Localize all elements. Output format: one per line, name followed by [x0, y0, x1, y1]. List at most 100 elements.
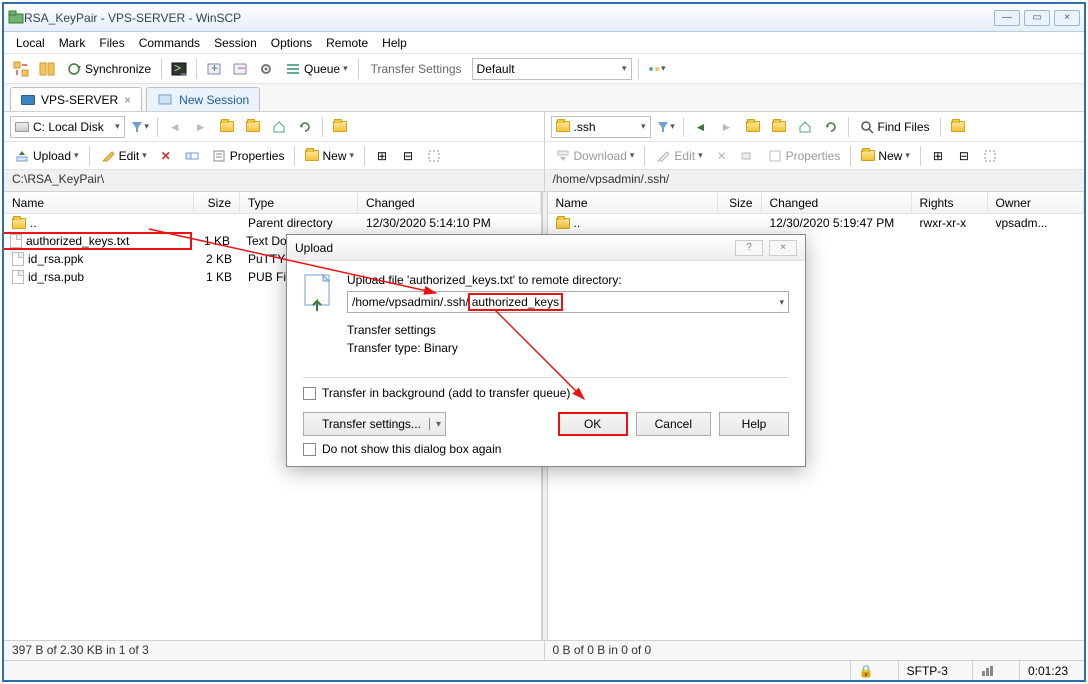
left-sel-icon[interactable] [423, 145, 445, 167]
background-checkbox[interactable]: Transfer in background (add to transfer … [303, 386, 789, 400]
menu-commands[interactable]: Commands [133, 34, 206, 52]
sync-browse-icon[interactable] [10, 58, 32, 80]
col-changed-r[interactable]: Changed [762, 192, 912, 213]
left-path[interactable]: C:\RSA_KeyPair\ [4, 170, 544, 192]
app-icon [8, 10, 24, 26]
menu-help[interactable]: Help [376, 34, 413, 52]
session-tabs: VPS-SERVER × New Session [4, 84, 1084, 112]
left-home-icon[interactable] [268, 116, 290, 138]
misc-dropdown[interactable] [645, 58, 667, 80]
menu-session[interactable]: Session [208, 34, 263, 52]
ok-button[interactable]: OK [558, 412, 628, 436]
col-rights-r[interactable]: Rights [912, 192, 988, 213]
cancel-button[interactable]: Cancel [636, 412, 711, 436]
table-row[interactable]: ..12/30/2020 5:19:47 PMrwxr-xr-xvpsadm..… [548, 214, 1085, 232]
right-up-icon[interactable] [742, 116, 764, 138]
maximize-button[interactable]: ▭ [1024, 10, 1050, 26]
left-new-button[interactable]: New [301, 147, 358, 165]
left-properties-button[interactable]: Properties [207, 146, 289, 166]
col-size[interactable]: Size [194, 192, 240, 213]
remove-icon[interactable]: – [229, 58, 251, 80]
menu-options[interactable]: Options [265, 34, 318, 52]
right-delete-icon[interactable]: ✕ [711, 145, 733, 167]
right-drive-combo[interactable]: .ssh [551, 116, 651, 138]
checkbox-icon [303, 443, 316, 456]
path-highlight: authorized_keys [468, 293, 563, 311]
col-name[interactable]: Name [4, 192, 194, 213]
dialog-help-icon[interactable]: ? [735, 240, 763, 256]
right-refresh-icon[interactable] [820, 116, 842, 138]
menu-mark[interactable]: Mark [53, 34, 92, 52]
tab-new-session[interactable]: New Session [146, 87, 260, 111]
right-edit-button[interactable]: Edit [651, 146, 706, 166]
lock-icon: 🔒 [850, 661, 882, 680]
right-minus-icon[interactable]: ⊟ [953, 145, 975, 167]
right-status: 0 B of 0 B in 0 of 0 [544, 641, 1085, 660]
menu-remote[interactable]: Remote [320, 34, 374, 52]
close-button[interactable]: × [1054, 10, 1080, 26]
download-button[interactable]: Download [551, 146, 639, 166]
left-columns: Name Size Type Changed [4, 192, 541, 214]
right-bookmark-icon[interactable] [947, 116, 969, 138]
right-sel-icon[interactable] [979, 145, 1001, 167]
compare-icon[interactable] [36, 58, 58, 80]
add-icon[interactable]: + [203, 58, 225, 80]
right-filter-icon[interactable] [655, 116, 677, 138]
queue-dropdown[interactable]: Queue [281, 59, 352, 79]
col-size-r[interactable]: Size [718, 192, 762, 213]
right-back-icon[interactable]: ◄ [690, 116, 712, 138]
menu-local[interactable]: Local [10, 34, 51, 52]
file-name: authorized_keys.txt [26, 234, 129, 248]
dialog-close-icon[interactable]: × [769, 240, 797, 256]
right-new-button[interactable]: New [857, 147, 914, 165]
find-files-button[interactable]: Find Files [855, 117, 934, 137]
left-filter-icon[interactable] [129, 116, 151, 138]
titlebar: RSA_KeyPair - VPS-SERVER - WinSCP — ▭ × [4, 4, 1084, 32]
right-root-icon[interactable] [768, 116, 790, 138]
right-rename-icon[interactable] [737, 145, 759, 167]
left-back-icon[interactable]: ◄ [164, 116, 186, 138]
col-changed[interactable]: Changed [358, 192, 541, 213]
upload-button[interactable]: Upload [10, 146, 83, 166]
right-home-icon[interactable] [794, 116, 816, 138]
left-refresh-icon[interactable] [294, 116, 316, 138]
col-type[interactable]: Type [240, 192, 358, 213]
app-window: RSA_KeyPair - VPS-SERVER - WinSCP — ▭ × … [2, 2, 1086, 682]
left-actionbar: Upload Edit ✕ Properties New ⊞ ⊟ [4, 142, 544, 170]
minimize-button[interactable]: — [994, 10, 1020, 26]
console-icon[interactable]: >_ [168, 58, 190, 80]
tab-active-session[interactable]: VPS-SERVER × [10, 87, 142, 111]
stats-icon[interactable] [972, 661, 1003, 680]
menu-files[interactable]: Files [93, 34, 130, 52]
right-path[interactable]: /home/vpsadmin/.ssh/ [544, 170, 1085, 192]
left-plus-icon[interactable]: ⊞ [371, 145, 393, 167]
left-up-icon[interactable] [216, 116, 238, 138]
tab-close-icon[interactable]: × [124, 93, 131, 107]
synchronize-button[interactable]: Synchronize [62, 59, 155, 79]
left-rename-icon[interactable] [181, 145, 203, 167]
left-drive-combo[interactable]: C: Local Disk [10, 116, 125, 138]
remote-path-input[interactable]: /home/vpsadmin/.ssh/authorized_keys [347, 291, 789, 313]
right-plus-icon[interactable]: ⊞ [927, 145, 949, 167]
left-bookmark-icon[interactable] [329, 116, 351, 138]
help-button[interactable]: Help [719, 412, 789, 436]
svg-text:+: + [211, 61, 218, 75]
main-toolbar: Synchronize >_ + – Queue Transfer Settin… [4, 54, 1084, 84]
session-icon [21, 95, 35, 105]
left-minus-icon[interactable]: ⊟ [397, 145, 419, 167]
right-fwd-icon[interactable]: ► [716, 116, 738, 138]
noshow-checkbox[interactable]: Do not show this dialog box again [303, 442, 789, 456]
left-root-icon[interactable] [242, 116, 264, 138]
file-name: id_rsa.ppk [28, 252, 83, 266]
col-owner-r[interactable]: Owner [988, 192, 1085, 213]
table-row[interactable]: ..Parent directory12/30/2020 5:14:10 PM [4, 214, 541, 232]
transfer-preset-combo[interactable]: Default [472, 58, 632, 80]
gear-icon[interactable] [255, 58, 277, 80]
left-edit-button[interactable]: Edit [96, 146, 151, 166]
transfer-settings-button[interactable]: Transfer settings... [303, 412, 446, 436]
col-name-r[interactable]: Name [548, 192, 718, 213]
right-properties-button[interactable]: Properties [763, 146, 845, 166]
left-fwd-icon[interactable]: ► [190, 116, 212, 138]
folder-icon [556, 218, 570, 229]
left-delete-icon[interactable]: ✕ [155, 145, 177, 167]
